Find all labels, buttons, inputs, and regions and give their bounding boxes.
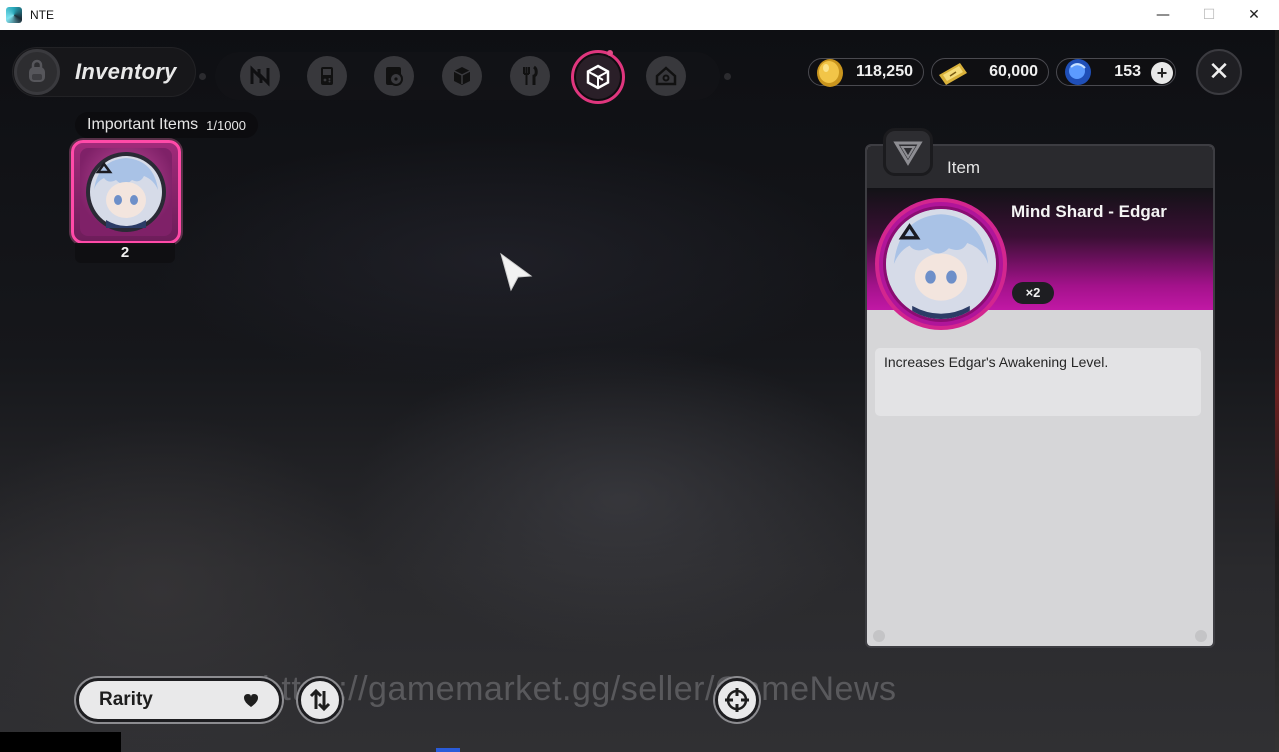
box-icon: [453, 67, 471, 85]
panel-corner-dot-left: [873, 630, 885, 642]
section-header: Important Items 1/1000: [75, 112, 258, 138]
item-portrait: [80, 148, 172, 236]
taskbar-indicator: [436, 748, 460, 752]
mouse-cursor-icon: [500, 252, 533, 292]
detail-description-box: Increases Edgar's Awakening Level.: [875, 348, 1201, 416]
item-quantity: 2: [75, 243, 175, 263]
detail-portrait: [883, 206, 999, 322]
detail-hero-banner: Mind Shard - Edgar ×2: [867, 188, 1213, 330]
tab-gadget[interactable]: [307, 56, 347, 96]
tab-notification-dot: [607, 50, 613, 56]
tab-box[interactable]: [442, 56, 482, 96]
item-slot-mind-shard-edgar[interactable]: [71, 140, 181, 244]
sort-dropdown[interactable]: Rarity: [76, 678, 282, 722]
edgar-large-portrait-icon: [886, 209, 996, 319]
window-maximize-button[interactable]: ☐: [1186, 0, 1232, 30]
triangle-emblem-icon: [893, 141, 923, 166]
window-title: NTE: [30, 8, 54, 22]
tab-bar-left-dot: [199, 73, 206, 80]
disc-icon: [386, 67, 403, 86]
crosshair-icon: [725, 688, 749, 712]
sort-order-button[interactable]: [298, 678, 342, 722]
currency-ticket: 60,000: [931, 58, 1049, 86]
fork-knife-icon: [523, 65, 538, 85]
window-titlebar: NTE — ☐ ✕: [0, 0, 1279, 30]
app-icon: [6, 7, 22, 23]
blue-crystal-icon: [1065, 59, 1091, 85]
section-capacity: 1/1000: [206, 117, 246, 133]
tab-disc[interactable]: [374, 56, 414, 96]
detail-description: Increases Edgar's Awakening Level.: [884, 354, 1109, 370]
window-minimize-button[interactable]: —: [1140, 0, 1186, 30]
detail-portrait-frame: [875, 198, 1007, 330]
heart-caret-icon: [244, 694, 258, 707]
taskbar-fragment: [0, 732, 121, 752]
currency-ticket-value: 60,000: [989, 63, 1038, 80]
n-logo-icon: [250, 65, 270, 87]
tab-bar-right-dot: [724, 73, 731, 80]
currency-crystal: 153 +: [1056, 58, 1176, 86]
add-crystal-button[interactable]: +: [1151, 62, 1173, 84]
item-detail-panel: Item Mind Shard - Edgar ×2 Increases Edg…: [865, 144, 1215, 648]
section-name: Important Items: [87, 116, 199, 133]
game-viewport: Inventory 118,250 60,000 153 + ✕ Importa…: [0, 30, 1279, 752]
tab-home[interactable]: [646, 56, 686, 96]
watermark: https://gamemarket.gg/seller/GameNews: [262, 670, 897, 708]
cube-emblem-icon: [586, 64, 610, 90]
gold-coin-icon: [817, 59, 843, 87]
detail-item-name: Mind Shard - Edgar: [1011, 202, 1167, 221]
handheld-device-icon: [321, 67, 333, 85]
edgar-portrait-icon: [86, 152, 166, 232]
item-category-emblem: [883, 128, 933, 176]
tab-n-logo[interactable]: [240, 56, 280, 96]
backpack-icon: [14, 49, 60, 95]
close-inventory-button[interactable]: ✕: [1196, 49, 1242, 95]
tab-food[interactable]: [510, 56, 550, 96]
detail-panel-title: Item: [947, 158, 981, 177]
ticket-icon: [939, 63, 967, 85]
currency-gold: 118,250: [808, 58, 924, 87]
tab-important[interactable]: [571, 50, 625, 104]
window-edge-strip: [1275, 30, 1279, 752]
locate-button[interactable]: [715, 678, 759, 722]
sort-dropdown-value: Rarity: [99, 689, 153, 710]
currency-gold-value: 118,250: [856, 63, 913, 80]
house-icon: [655, 66, 677, 86]
detail-quantity-badge: ×2: [1012, 282, 1054, 304]
window-close-button[interactable]: ✕: [1231, 0, 1277, 30]
page-title: Inventory: [75, 59, 177, 84]
panel-corner-dot-right: [1195, 630, 1207, 642]
currency-crystal-value: 153: [1114, 63, 1141, 80]
sort-arrows-icon: [309, 688, 331, 712]
